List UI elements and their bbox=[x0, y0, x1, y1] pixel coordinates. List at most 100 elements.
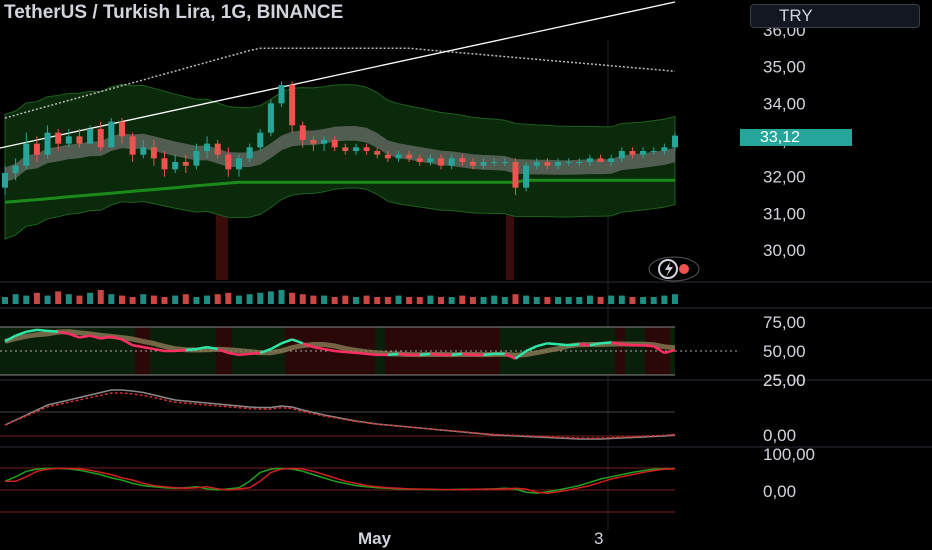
candle-body bbox=[661, 147, 668, 151]
candle-body bbox=[565, 162, 572, 163]
volume-bar bbox=[97, 290, 104, 304]
candle-body bbox=[491, 162, 498, 163]
volume-bar bbox=[384, 297, 391, 304]
volume-bar bbox=[310, 295, 317, 304]
lightning-bolt-icon[interactable] bbox=[648, 255, 700, 283]
volume-bar bbox=[65, 294, 72, 304]
osc-line-segment bbox=[175, 348, 186, 353]
osc-red-zone bbox=[135, 327, 150, 375]
volume-bar bbox=[438, 297, 445, 304]
osc-line-segment bbox=[419, 352, 431, 357]
stoch-tick-label: 100,00 bbox=[763, 445, 815, 464]
osc-line-segment bbox=[185, 347, 197, 352]
candle-body bbox=[87, 129, 94, 144]
osc-line-segment bbox=[366, 352, 378, 357]
osc-line-segment bbox=[430, 352, 442, 357]
y-tick-label: 34,00 bbox=[763, 94, 806, 113]
volume-bar bbox=[257, 292, 264, 304]
candle-body bbox=[501, 162, 508, 163]
osc-line-segment bbox=[249, 351, 261, 356]
candle-body bbox=[44, 132, 51, 155]
candle-body bbox=[576, 162, 583, 163]
candle-body bbox=[65, 136, 72, 144]
volume-bar bbox=[427, 295, 434, 304]
candle-body bbox=[97, 129, 104, 148]
candle-body bbox=[629, 151, 636, 155]
osc-line-segment bbox=[36, 328, 48, 333]
candle-body bbox=[33, 143, 40, 155]
volume-bar bbox=[586, 295, 593, 304]
currency-button[interactable]: TRY bbox=[750, 4, 920, 28]
osc-line-segment bbox=[547, 342, 559, 346]
volume-bar bbox=[544, 297, 551, 304]
candle-body bbox=[640, 151, 647, 155]
candle-body bbox=[310, 140, 317, 144]
volume-bar bbox=[618, 295, 625, 304]
candle-body bbox=[55, 132, 62, 144]
volume-bar bbox=[278, 290, 285, 304]
osc-line-segment bbox=[621, 343, 633, 347]
candle-body bbox=[118, 121, 125, 137]
y-tick-label: 30,00 bbox=[763, 241, 806, 260]
volume-bar bbox=[225, 292, 232, 304]
volume-bar bbox=[459, 295, 466, 304]
candle-body bbox=[278, 85, 285, 104]
volume-bar bbox=[331, 297, 338, 304]
candle-body bbox=[129, 136, 136, 155]
candle-body bbox=[12, 165, 19, 173]
candle-body bbox=[193, 151, 200, 166]
osc-line-segment bbox=[334, 349, 346, 354]
volume-bar bbox=[501, 297, 508, 304]
osc-line-segment bbox=[642, 343, 654, 348]
candle-body bbox=[459, 158, 466, 162]
candle-body bbox=[76, 136, 83, 144]
last-price-tag: 33,12 bbox=[740, 129, 852, 146]
candle-body bbox=[172, 162, 179, 170]
candle-body bbox=[182, 162, 189, 166]
y-tick-label: 32,00 bbox=[763, 168, 806, 187]
candle-body bbox=[416, 158, 423, 162]
candle-body bbox=[235, 158, 242, 170]
candle-body bbox=[299, 125, 306, 140]
candle-body bbox=[406, 154, 413, 159]
volume-bar bbox=[555, 297, 562, 304]
osc-line-segment bbox=[238, 352, 250, 357]
y-tick-label: 35,00 bbox=[763, 58, 806, 77]
volume-bar bbox=[469, 297, 476, 304]
candle-body bbox=[523, 165, 530, 188]
candle-body bbox=[555, 162, 562, 166]
candle-body bbox=[427, 158, 434, 162]
osc-line-segment bbox=[557, 343, 569, 347]
y-tick-label: 31,00 bbox=[763, 204, 806, 223]
osc-line-segment bbox=[47, 329, 59, 334]
volume-bar bbox=[87, 292, 94, 304]
candle-body bbox=[469, 162, 476, 166]
candle-body bbox=[384, 154, 391, 159]
volume-bar bbox=[12, 294, 19, 304]
candle-body bbox=[650, 151, 657, 152]
osc-line-segment bbox=[345, 350, 357, 355]
x-tick-label: May bbox=[358, 529, 392, 548]
volume-bar bbox=[650, 297, 657, 304]
stoch-tick-label: 0,00 bbox=[763, 482, 796, 501]
volume-bar bbox=[299, 294, 306, 304]
volume-bar bbox=[76, 295, 83, 304]
volume-bar bbox=[608, 295, 615, 304]
volume-bar bbox=[150, 295, 157, 304]
candle-body bbox=[395, 154, 402, 159]
volume-bar bbox=[140, 294, 147, 304]
candle-body bbox=[225, 154, 232, 170]
volume-bar bbox=[33, 292, 40, 304]
osc-line-segment bbox=[568, 343, 580, 347]
candle-body bbox=[374, 151, 381, 155]
volume-bar bbox=[342, 295, 349, 304]
osc-line-segment bbox=[398, 352, 410, 357]
volume-bar bbox=[55, 291, 62, 304]
volume-bar bbox=[629, 297, 636, 304]
candle-body bbox=[544, 162, 551, 166]
candle-body bbox=[140, 147, 147, 155]
volume-bar bbox=[289, 292, 296, 304]
chart-canvas[interactable]: 30,0031,0032,0033,0034,0035,0036,0075,00… bbox=[0, 0, 932, 550]
macd-tick-label: 0,00 bbox=[763, 426, 796, 445]
candle-body bbox=[246, 147, 253, 159]
